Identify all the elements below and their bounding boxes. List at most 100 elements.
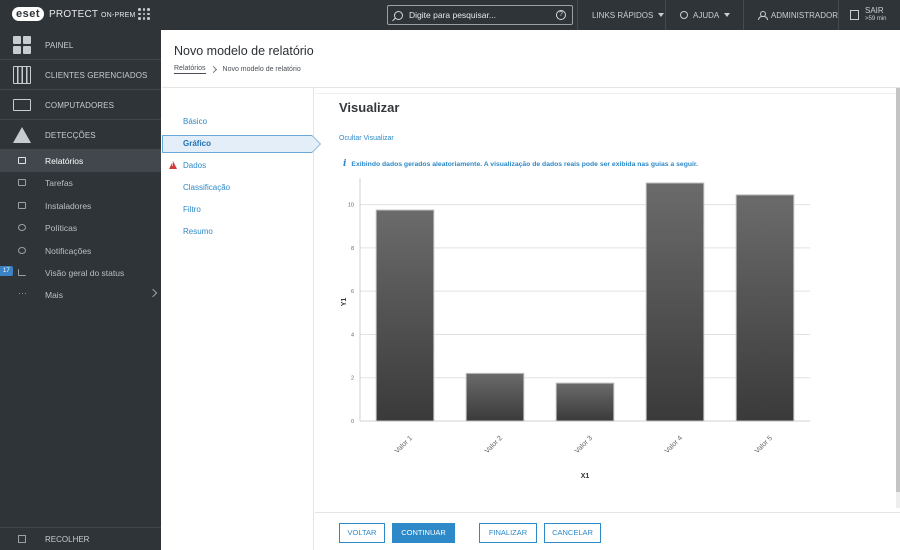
search-icon	[394, 10, 403, 20]
search-help-icon[interactable]: ?	[556, 10, 566, 20]
collapse-icon	[18, 535, 26, 543]
top-bar: eset PROTECT ON-PREM ? LINKS RÁPIDOS AJU…	[0, 0, 900, 30]
error-warning-icon	[169, 161, 177, 169]
logout-button[interactable]: SAIR >59 min	[838, 0, 900, 30]
sidebar-item-label: Políticas	[45, 223, 78, 234]
sidebar-item-reports[interactable]: Relatórios	[0, 150, 161, 173]
help-label: AJUDA	[693, 10, 720, 20]
sidebar-item-label: DETECÇÕES	[45, 131, 96, 140]
back-button[interactable]: VOLTAR	[339, 523, 385, 543]
sidebar-item-policies[interactable]: Políticas	[0, 217, 161, 239]
x-tick-label: Valor 4	[664, 435, 684, 455]
y-tick-label: 2	[351, 376, 354, 382]
logo-badge: eset	[12, 7, 45, 21]
collapse-sidebar-button[interactable]: RECOLHER	[0, 527, 161, 550]
product-name-main: PROTECT	[49, 8, 99, 20]
warning-icon	[13, 127, 31, 143]
eset-logo[interactable]: eset PROTECT ON-PREM	[12, 7, 135, 21]
product-name-suffix: ON-PREM	[101, 11, 136, 19]
quick-links-label: LINKS RÁPIDOS	[592, 10, 654, 20]
bar	[465, 372, 525, 422]
content-panel: Visualizar Ocultar Visualizar i Exibindo…	[315, 88, 900, 512]
quick-links-menu[interactable]: LINKS RÁPIDOS	[577, 0, 665, 30]
x-tick-label: Valor 2	[484, 435, 504, 455]
policy-icon	[18, 224, 26, 232]
y-tick-label: 6	[351, 289, 354, 295]
search-input[interactable]	[409, 10, 549, 20]
sidebar-item-label: Notificações	[45, 245, 92, 256]
bar	[645, 182, 705, 422]
wizard-step-chart[interactable]: Gráfico	[162, 135, 321, 153]
y-tick-label: 10	[348, 203, 354, 209]
sidebar-item-notifications[interactable]: Notificações	[0, 240, 161, 262]
wizard-step-label: Classificação	[183, 183, 231, 192]
bar	[555, 382, 615, 422]
x-tick-label: Valor 3	[574, 435, 594, 455]
user-label: ADMINISTRADOR	[770, 10, 838, 20]
sidebar-item-label: Mais	[45, 290, 63, 301]
chevron-right-icon	[148, 289, 158, 298]
wizard-step-label: Dados	[183, 161, 207, 170]
sidebar-item-detections[interactable]: DETECÇÕES	[0, 120, 161, 150]
wizard-step-label: Básico	[183, 117, 208, 126]
sidebar-item-label: CLIENTES GERENCIADOS	[45, 71, 148, 80]
x-tick-label: Valor 1	[394, 435, 414, 455]
sidebar-item-label: Tarefas	[45, 178, 73, 189]
dashboard-icon	[13, 36, 31, 54]
y-tick-label: 8	[351, 246, 354, 252]
content-scrollbar[interactable]	[896, 88, 900, 508]
search-box[interactable]: ?	[387, 5, 573, 25]
sidebar-item-status-overview[interactable]: 17 Visão geral do status	[0, 262, 161, 284]
sidebar-item-more[interactable]: ··· Mais	[0, 284, 161, 306]
sidebar-item-label: COMPUTADORES	[45, 101, 115, 110]
sidebar-item-label: Relatórios	[45, 156, 84, 166]
bar-chart: 0 2 4 6 8 10 Valor 1 Valor 2 Valor 3 Valor 4 Valor…	[341, 178, 810, 480]
bar	[735, 194, 795, 422]
cancel-button[interactable]: CANCELAR	[544, 523, 601, 543]
logout-label: SAIR	[865, 6, 884, 15]
continue-button[interactable]: CONTINUAR	[392, 523, 455, 543]
user-icon	[758, 11, 768, 20]
wizard-step-label: Gráfico	[183, 139, 212, 148]
notification-icon	[18, 246, 26, 254]
wizard-footer: VOLTAR CONTINUAR FINALIZAR CANCELAR	[315, 512, 900, 550]
more-icon: ···	[18, 288, 27, 299]
sidebar: PAINEL CLIENTES GERENCIADOS COMPUTADORES…	[0, 30, 161, 550]
sidebar-item-label: PAINEL	[45, 41, 74, 50]
sidebar-item-label: Instaladores	[45, 200, 92, 211]
sidebar-item-dashboard[interactable]: PAINEL	[0, 30, 161, 60]
sidebar-item-label: Visão geral do status	[45, 267, 125, 278]
sidebar-item-installers[interactable]: Instaladores	[0, 195, 161, 217]
wizard-step-label: Filtro	[183, 205, 201, 214]
wizard-step-basic[interactable]: Básico	[162, 113, 314, 131]
wizard-step-summary[interactable]: Resumo	[162, 223, 314, 241]
logout-icon	[850, 10, 859, 20]
sidebar-item-tasks[interactable]: Tarefas	[0, 172, 161, 194]
sidebar-item-computers[interactable]: COMPUTADORES	[0, 90, 161, 120]
product-name: PROTECT ON-PREM	[49, 9, 135, 20]
finish-button[interactable]: FINALIZAR	[479, 523, 537, 543]
wizard-step-data[interactable]: Dados	[162, 157, 314, 175]
user-menu[interactable]: ADMINISTRADOR	[743, 0, 838, 30]
help-menu[interactable]: AJUDA	[665, 0, 743, 30]
status-badge: 17	[0, 265, 13, 276]
x-tick-label: Valor 5	[754, 435, 774, 455]
wizard-step-filter[interactable]: Filtro	[162, 201, 314, 219]
y-tick-label: 4	[351, 332, 354, 338]
breadcrumb: Relatórios Novo modelo de relatório	[174, 65, 301, 74]
help-icon	[680, 11, 688, 19]
wizard-step-label: Resumo	[183, 227, 213, 236]
tasks-icon	[18, 179, 26, 187]
sidebar-item-managed-clients[interactable]: CLIENTES GERENCIADOS	[0, 60, 161, 90]
chevron-right-icon	[209, 65, 217, 74]
x-axis-title: X1	[581, 473, 590, 480]
apps-grid-icon[interactable]	[138, 8, 150, 20]
scrollbar-thumb[interactable]	[896, 88, 900, 492]
reports-icon	[18, 157, 26, 164]
installer-icon	[18, 201, 26, 209]
status-icon	[18, 268, 26, 276]
breadcrumb-reports-link[interactable]: Relatórios	[174, 65, 206, 74]
wizard-step-sorting[interactable]: Classificação	[162, 179, 314, 197]
collapse-label: RECOLHER	[45, 535, 90, 544]
y-axis-title: Y1	[341, 298, 348, 307]
